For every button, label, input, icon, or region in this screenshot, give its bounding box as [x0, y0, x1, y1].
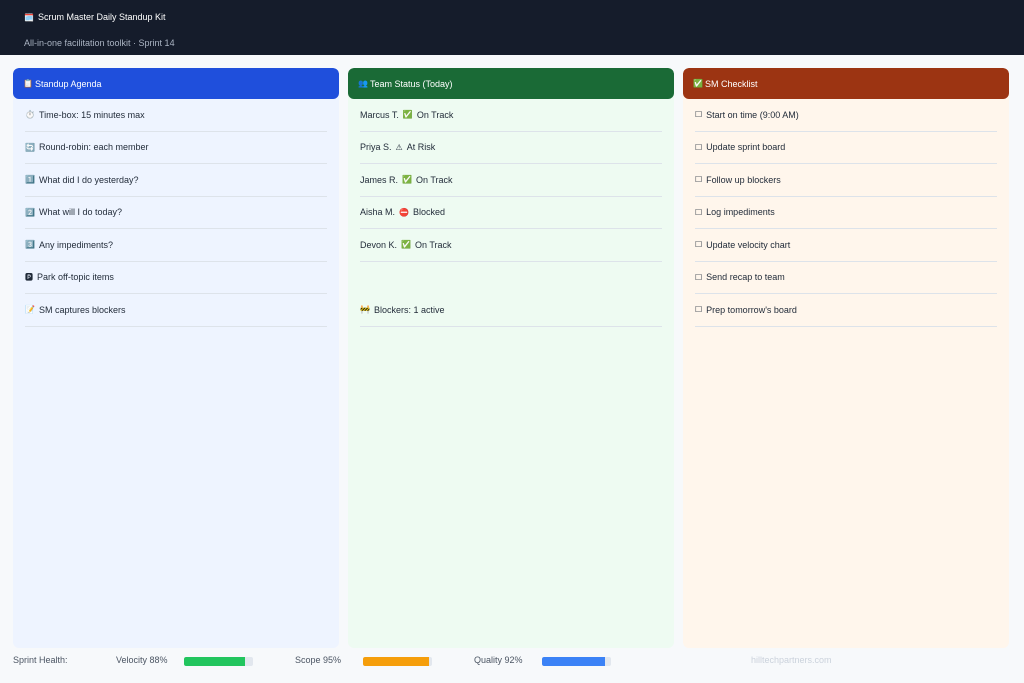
agenda-item: 2️⃣ What will I do today? — [25, 197, 327, 229]
footer-credit: hilltechpartners.com — [751, 655, 832, 665]
agenda-item-text: Time-box: 15 minutes max — [38, 109, 145, 120]
refresh-icon: 🔄 — [25, 142, 35, 152]
team-status-header: 👥 Team Status (Today) — [348, 68, 674, 99]
page-title-text: Scrum Master Daily Standup Kit — [37, 12, 166, 22]
checklist-item[interactable]: ☐ Follow up blockers — [695, 164, 997, 197]
sprint-health-footer: Sprint Health: Velocity 88% Scope 95% Qu… — [0, 648, 1024, 683]
clipboard-icon: 📋 — [23, 79, 33, 88]
member-state: On Track — [415, 174, 453, 185]
quality-progress-bar — [542, 657, 611, 666]
checklist-item[interactable]: ☐ Start on time (9:00 AM) — [695, 99, 997, 132]
check-icon: ✅ — [402, 110, 413, 120]
checklist-item[interactable]: ☐ Prep tomorrow's board — [695, 294, 997, 327]
timer-icon: ⏱️ — [25, 110, 35, 120]
sm-checklist-panel: ✅ SM Checklist ☐ Start on time (9:00 AM) … — [683, 68, 1009, 648]
agenda-item-text: SM captures blockers — [38, 304, 126, 315]
team-member-row: James R. ✅ On Track — [360, 164, 662, 197]
member-name: Priya S. — [360, 142, 392, 153]
calendar-icon: 🗓️ — [24, 12, 34, 22]
parking-icon: 🅿 — [25, 272, 33, 282]
construction-icon: 🚧 — [360, 305, 370, 315]
standup-agenda-header: 📋 Standup Agenda — [13, 68, 339, 99]
page-subtitle: All-in-one facilitation toolkit · Sprint… — [24, 38, 175, 48]
agenda-item: ⏱️ Time-box: 15 minutes max — [25, 99, 327, 132]
warning-icon: ⚠ — [395, 142, 403, 152]
check-icon: ✅ — [693, 79, 703, 88]
checkbox-icon[interactable]: ☐ — [695, 273, 702, 282]
checkbox-icon[interactable]: ☐ — [695, 175, 702, 184]
team-member-row: Marcus T. ✅ On Track — [360, 99, 662, 132]
checkbox-icon[interactable]: ☐ — [695, 305, 702, 314]
member-state: On Track — [416, 109, 454, 120]
quality-progress-fill — [542, 657, 606, 666]
sm-checklist-header: ✅ SM Checklist — [683, 68, 1009, 99]
team-status-title: Team Status (Today) — [369, 78, 453, 89]
number-three-icon: 3️⃣ — [25, 240, 35, 250]
checklist-item-text: Log impediments — [706, 207, 775, 218]
page-title: 🗓️ Scrum Master Daily Standup Kit — [24, 12, 166, 22]
member-name: James R. — [360, 174, 399, 185]
checklist-item[interactable]: ☐ Update velocity chart — [695, 229, 997, 262]
agenda-item: 🅿 Park off-topic items — [25, 262, 327, 294]
checklist-item-text: Prep tomorrow's board — [706, 304, 797, 315]
checkbox-icon[interactable]: ☐ — [695, 208, 702, 217]
agenda-item-text: What did I do yesterday? — [38, 174, 139, 185]
team-icon: 👥 — [358, 79, 368, 88]
checkbox-icon[interactable]: ☐ — [695, 110, 702, 119]
member-state: Blocked — [412, 207, 446, 218]
agenda-item-text: What will I do today? — [38, 207, 123, 218]
standup-agenda-panel: 📋 Standup Agenda ⏱️ Time-box: 15 minutes … — [13, 68, 339, 648]
scope-label: Scope 95% — [295, 655, 342, 665]
member-state: On Track — [415, 239, 452, 250]
checklist-item-text: Start on time (9:00 AM) — [706, 109, 799, 120]
checkbox-icon[interactable]: ☐ — [695, 143, 702, 152]
spacer-row — [360, 262, 662, 295]
checklist-item-text: Update sprint board — [706, 142, 786, 153]
agenda-item-text: Any impediments? — [38, 239, 114, 250]
blocked-icon: ⛔ — [399, 207, 409, 217]
team-member-row: Priya S. ⚠ At Risk — [360, 132, 662, 164]
checklist-item-text: Send recap to team — [706, 272, 785, 283]
checklist-item-text: Update velocity chart — [706, 239, 791, 250]
checklist-item[interactable]: ☐ Log impediments — [695, 197, 997, 229]
scope-progress-bar — [363, 657, 432, 666]
memo-icon: 📝 — [25, 305, 35, 315]
checkbox-icon[interactable]: ☐ — [695, 240, 702, 249]
agenda-item: 3️⃣ Any impediments? — [25, 229, 327, 262]
check-icon: ✅ — [401, 240, 411, 250]
member-state: At Risk — [406, 142, 436, 153]
member-name: Devon K. — [360, 239, 398, 250]
agenda-item: 📝 SM captures blockers — [25, 294, 327, 327]
number-two-icon: 2️⃣ — [25, 207, 35, 217]
standup-agenda-title: Standup Agenda — [34, 78, 102, 89]
agenda-item: 🔄 Round-robin: each member — [25, 132, 327, 164]
velocity-progress-fill — [184, 657, 245, 666]
member-name: Marcus T. — [360, 109, 399, 120]
scope-progress-fill — [363, 657, 429, 666]
sprint-health-label: Sprint Health: — [13, 655, 68, 665]
velocity-progress-bar — [184, 657, 253, 666]
checklist-item[interactable]: ☐ Update sprint board — [695, 132, 997, 164]
team-status-panel: 👥 Team Status (Today) Marcus T. ✅ On Track… — [348, 68, 674, 648]
check-icon: ✅ — [402, 175, 412, 185]
team-member-row: Devon K. ✅ On Track — [360, 229, 662, 262]
quality-label: Quality 92% — [474, 655, 523, 665]
agenda-item: 1️⃣ What did I do yesterday? — [25, 164, 327, 197]
agenda-item-text: Round-robin: each member — [38, 142, 149, 153]
team-member-row: Aisha M. ⛔ Blocked — [360, 197, 662, 229]
blockers-count: Blockers: 1 active — [373, 304, 445, 315]
velocity-label: Velocity 88% — [116, 655, 168, 665]
checklist-item[interactable]: ☐ Send recap to team — [695, 262, 997, 294]
number-one-icon: 1️⃣ — [25, 175, 35, 185]
checklist-item-text: Follow up blockers — [706, 174, 781, 185]
blockers-row: 🚧 Blockers: 1 active — [360, 294, 662, 327]
member-name: Aisha M. — [360, 207, 396, 218]
sm-checklist-title: SM Checklist — [704, 78, 758, 89]
agenda-item-text: Park off-topic items — [37, 272, 114, 283]
app-header: 🗓️ Scrum Master Daily Standup Kit All-in… — [0, 0, 1024, 55]
